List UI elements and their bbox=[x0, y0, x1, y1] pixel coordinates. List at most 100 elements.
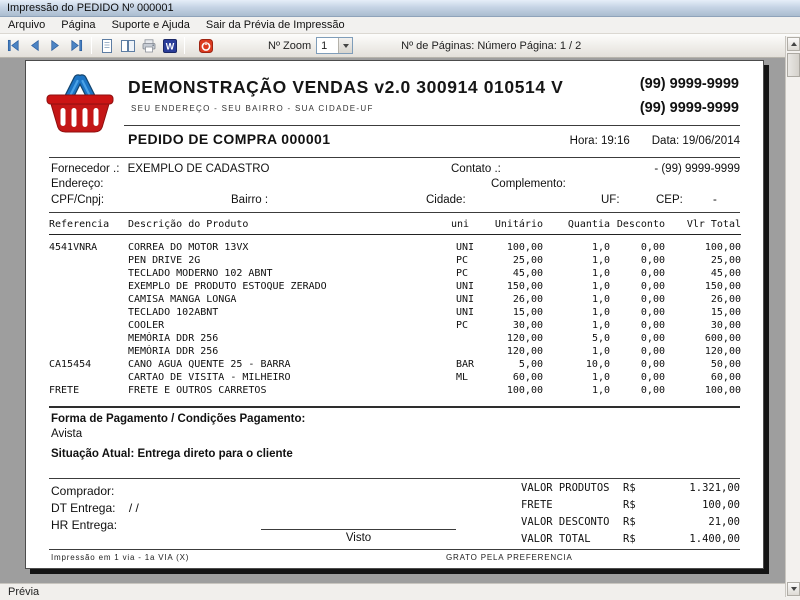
menu-item-arquivo[interactable]: Arquivo bbox=[0, 18, 53, 32]
current-status-line: Situação Atual: Entrega direto para o cl… bbox=[51, 448, 293, 460]
item-cell-disc: 0,00 bbox=[610, 358, 665, 371]
currency-label: R$ bbox=[623, 499, 653, 511]
item-cell-unit: 26,00 bbox=[481, 293, 543, 306]
total-label: FRETE bbox=[521, 499, 623, 511]
item-cell-desc: MEMÓRIA DDR 256 bbox=[128, 345, 451, 358]
export-word-button[interactable]: W bbox=[159, 36, 180, 56]
item-cell-total: 120,00 bbox=[665, 345, 741, 358]
next-page-button[interactable] bbox=[45, 36, 66, 56]
supplier-row-1: Fornecedor .: EXEMPLO DE CADASTRO Contat… bbox=[51, 163, 740, 175]
total-value: 1.321,00 bbox=[653, 482, 740, 494]
item-cell-disc: 0,00 bbox=[610, 280, 665, 293]
zoom-dropdown-button[interactable] bbox=[338, 38, 352, 53]
item-cell-total: 45,00 bbox=[665, 267, 741, 280]
item-cell-disc: 0,00 bbox=[610, 254, 665, 267]
company-phone-1: (99) 9999-9999 bbox=[640, 76, 739, 92]
toolbar-separator bbox=[184, 37, 185, 54]
item-cell-desc: EXEMPLO DE PRODUTO ESTOQUE ZERADO bbox=[128, 280, 451, 293]
item-cell-total: 600,00 bbox=[665, 332, 741, 345]
divider bbox=[49, 157, 740, 158]
single-page-view-button[interactable] bbox=[96, 36, 117, 56]
item-row: MEMÓRIA DDR 256120,005,00,00600,00 bbox=[49, 332, 741, 345]
item-cell-desc: CARTAO DE VISITA - MILHEIRO bbox=[128, 371, 451, 384]
toolbar-separator bbox=[91, 37, 92, 54]
zoom-select[interactable]: 1 bbox=[316, 37, 353, 54]
item-cell-unit: 60,00 bbox=[481, 371, 543, 384]
item-cell-ref bbox=[49, 254, 128, 267]
header-referencia: Referencia bbox=[49, 217, 128, 235]
item-cell-desc: CAMISA MANGA LONGA bbox=[128, 293, 451, 306]
item-row: TECLADO 102ABNTUNI15,001,00,0015,00 bbox=[49, 306, 741, 319]
vertical-scrollbar[interactable] bbox=[785, 36, 800, 597]
total-label: VALOR PRODUTOS bbox=[521, 482, 623, 494]
currency-label: R$ bbox=[623, 516, 653, 528]
item-cell-desc: TECLADO 102ABNT bbox=[128, 306, 451, 319]
item-cell-uni: PC bbox=[451, 267, 481, 280]
header-descricao: Descrição do Produto bbox=[128, 217, 451, 235]
item-cell-uni bbox=[451, 332, 481, 345]
item-cell-total: 15,00 bbox=[665, 306, 741, 319]
contato-label: Contato .: bbox=[451, 163, 501, 175]
total-label: VALOR DESCONTO bbox=[521, 516, 623, 528]
item-cell-ref bbox=[49, 319, 128, 332]
currency-label: R$ bbox=[623, 533, 653, 545]
order-time: Hora: 19:16 bbox=[570, 135, 630, 147]
menu-item-suporte[interactable]: Suporte e Ajuda bbox=[104, 18, 198, 32]
divider bbox=[49, 406, 740, 408]
item-cell-ref bbox=[49, 345, 128, 358]
window-title: Impressão do PEDIDO Nº 000001 bbox=[7, 2, 174, 14]
svg-text:W: W bbox=[165, 41, 174, 51]
item-cell-qty: 1,0 bbox=[543, 319, 610, 332]
item-cell-ref bbox=[49, 293, 128, 306]
item-cell-unit: 100,00 bbox=[481, 235, 543, 255]
item-cell-disc: 0,00 bbox=[610, 384, 665, 397]
last-page-icon bbox=[69, 38, 84, 53]
item-cell-uni: PC bbox=[451, 254, 481, 267]
item-cell-desc: COOLER bbox=[128, 319, 451, 332]
item-cell-desc: CORREA DO MOTOR 13VX bbox=[128, 235, 451, 255]
window-titlebar: Impressão do PEDIDO Nº 000001 bbox=[0, 0, 800, 17]
status-bar: Prévia bbox=[0, 583, 800, 600]
total-row: VALOR PRODUTOSR$1.321,00 bbox=[521, 482, 740, 499]
header-unitario: Unitário bbox=[481, 217, 543, 235]
item-cell-disc: 0,00 bbox=[610, 371, 665, 384]
item-cell-uni: UNI bbox=[451, 235, 481, 255]
scrollbar-thumb[interactable] bbox=[787, 53, 800, 77]
item-cell-total: 25,00 bbox=[665, 254, 741, 267]
uf-label: UF: bbox=[601, 194, 620, 206]
item-cell-ref bbox=[49, 332, 128, 345]
menu-item-sair-previa[interactable]: Sair da Prévia de Impressão bbox=[198, 18, 353, 32]
item-cell-disc: 0,00 bbox=[610, 235, 665, 255]
total-row: VALOR TOTALR$1.400,00 bbox=[521, 533, 740, 550]
item-cell-uni: UNI bbox=[451, 293, 481, 306]
exit-preview-button[interactable] bbox=[195, 36, 216, 56]
last-page-button[interactable] bbox=[66, 36, 87, 56]
next-page-icon bbox=[48, 38, 63, 53]
endereco-label: Endereço: bbox=[51, 178, 103, 190]
complemento-label: Complemento: bbox=[491, 178, 566, 190]
item-cell-ref: CA15454 bbox=[49, 358, 128, 371]
cidade-label: Cidade: bbox=[426, 194, 466, 206]
item-cell-qty: 1,0 bbox=[543, 280, 610, 293]
order-title-row: PEDIDO DE COMPRA 000001 Hora: 19:16 Data… bbox=[128, 131, 740, 147]
currency-label: R$ bbox=[623, 482, 653, 494]
divider bbox=[49, 478, 740, 479]
item-cell-uni: BAR bbox=[451, 358, 481, 371]
hr-entrega-label: HR Entrega: bbox=[51, 518, 117, 532]
print-button[interactable] bbox=[138, 36, 159, 56]
item-cell-desc: FRETE E OUTROS CARRETOS bbox=[128, 384, 451, 397]
item-row: CAMISA MANGA LONGAUNI26,001,00,0026,00 bbox=[49, 293, 741, 306]
item-cell-ref bbox=[49, 280, 128, 293]
company-name: DEMONSTRAÇÃO VENDAS v2.0 300914 010514 V bbox=[128, 77, 563, 98]
two-page-view-button[interactable] bbox=[117, 36, 138, 56]
item-cell-unit: 25,00 bbox=[481, 254, 543, 267]
scroll-up-button[interactable] bbox=[787, 37, 800, 51]
first-page-icon bbox=[6, 38, 21, 53]
menu-item-pagina[interactable]: Página bbox=[53, 18, 103, 32]
first-page-button[interactable] bbox=[3, 36, 24, 56]
export-word-icon: W bbox=[162, 38, 178, 54]
header-vlr-total: Vlr Total bbox=[665, 217, 741, 235]
scroll-down-button[interactable] bbox=[787, 582, 800, 596]
previous-page-button[interactable] bbox=[24, 36, 45, 56]
company-phone-2: (99) 9999-9999 bbox=[640, 100, 739, 116]
